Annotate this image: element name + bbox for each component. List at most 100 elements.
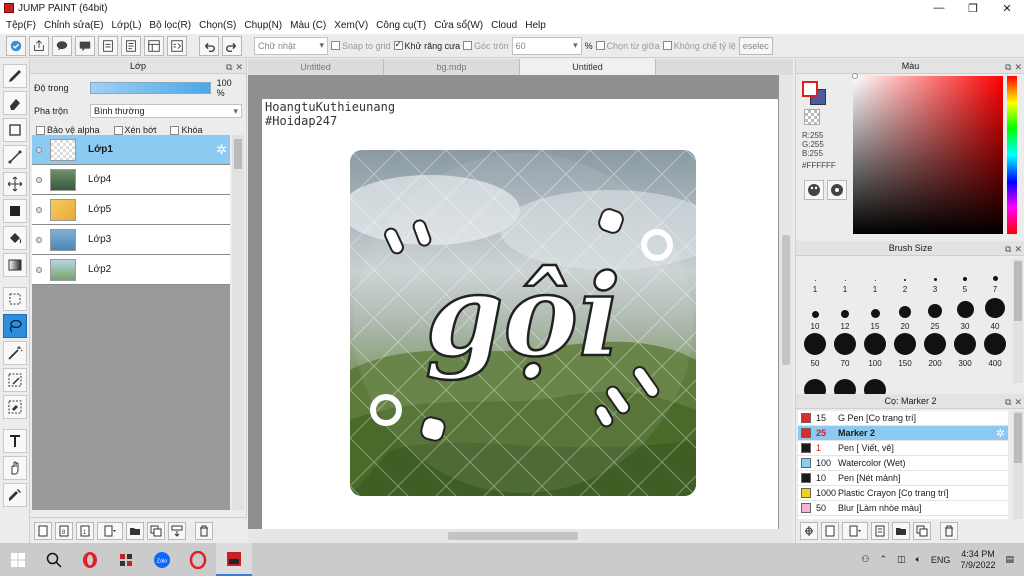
document-icon[interactable] bbox=[121, 35, 141, 56]
clipping-checkbox[interactable]: Xén bớt bbox=[113, 125, 156, 135]
visibility-icon[interactable] bbox=[36, 206, 42, 213]
menu-file[interactable]: Tệp(F) bbox=[2, 20, 40, 31]
pen-row[interactable]: 50 Blur [Làm nhòe màu] bbox=[798, 501, 1008, 516]
speech-bubble-icon[interactable] bbox=[52, 35, 72, 56]
menu-edit[interactable]: Chỉnh sửa(E) bbox=[40, 20, 108, 31]
brush-tool-icon[interactable] bbox=[2, 64, 27, 88]
brush-size-cell[interactable]: 1 bbox=[800, 259, 830, 296]
duplicate-layer-icon[interactable] bbox=[147, 521, 165, 540]
opera-browser-icon[interactable] bbox=[72, 543, 108, 576]
menu-capture[interactable]: Chụp(N) bbox=[240, 20, 286, 31]
notifications-icon[interactable]: ▤ bbox=[1005, 554, 1014, 565]
clock[interactable]: 4:34 PM 7/9/2022 bbox=[960, 549, 995, 571]
maximize-button[interactable]: ❐ bbox=[956, 0, 990, 16]
brush-size-cell[interactable]: 1 bbox=[830, 259, 860, 296]
pen-row[interactable]: 100 Watercolor (Wet) bbox=[798, 456, 1008, 471]
brush-size-cell[interactable]: 3 bbox=[920, 259, 950, 296]
delete-brush-icon[interactable] bbox=[940, 522, 958, 540]
canvas-vertical-scrollbar[interactable] bbox=[779, 75, 793, 543]
close-button[interactable]: ✕ bbox=[990, 0, 1024, 16]
blend-mode-select[interactable]: Bình thường bbox=[90, 104, 242, 118]
new-layer-icon[interactable] bbox=[34, 521, 52, 540]
rect-bubble-icon[interactable] bbox=[75, 35, 95, 56]
magic-wand-tool-icon[interactable] bbox=[2, 341, 27, 365]
palette-settings-icon[interactable] bbox=[827, 180, 847, 200]
visibility-icon[interactable] bbox=[36, 146, 42, 153]
gear-icon[interactable]: ✲ bbox=[216, 142, 227, 158]
tab-untitled-1[interactable]: Untitled bbox=[248, 59, 384, 75]
layer-row[interactable]: Lớp5 bbox=[32, 195, 230, 225]
menu-help[interactable]: Help bbox=[521, 20, 550, 31]
lock-checkbox[interactable]: Khóa bbox=[170, 125, 203, 135]
folder-icon[interactable] bbox=[126, 521, 144, 540]
gradient-tool-icon[interactable] bbox=[2, 253, 27, 277]
menu-cloud[interactable]: Cloud bbox=[487, 20, 521, 31]
brush-size-cell[interactable]: 15 bbox=[860, 296, 890, 333]
brush-size-cell[interactable]: 50 bbox=[800, 333, 830, 370]
pen-row[interactable]: 1000 Plastic Crayon [Cọ trang trí] bbox=[798, 486, 1008, 501]
add-brush-icon[interactable] bbox=[821, 522, 839, 540]
close-panel-icon[interactable]: ✕ bbox=[1014, 60, 1022, 75]
visibility-icon[interactable] bbox=[36, 236, 42, 243]
rect-select-tool-icon[interactable] bbox=[2, 287, 27, 311]
settings-panel-icon[interactable] bbox=[167, 35, 187, 56]
brush-size-cell[interactable]: 300 bbox=[950, 333, 980, 370]
brush-size-cell[interactable]: 25 bbox=[920, 296, 950, 333]
snap-to-grid-checkbox[interactable]: Snap to grid bbox=[331, 41, 391, 51]
close-panel-icon[interactable]: ✕ bbox=[1014, 242, 1022, 257]
network-icon[interactable]: ◫ bbox=[897, 554, 906, 565]
menu-filter[interactable]: Bộ lọc(R) bbox=[145, 20, 195, 31]
pen-row[interactable]: 1 Pen [ Viết, vẽ] bbox=[798, 441, 1008, 456]
menu-layer[interactable]: Lớp(L) bbox=[108, 20, 146, 31]
merge-layer-icon[interactable] bbox=[168, 521, 186, 540]
brush-folder-icon[interactable] bbox=[892, 522, 910, 540]
opacity-slider[interactable] bbox=[89, 82, 211, 94]
fill-rect-tool-icon[interactable] bbox=[2, 199, 27, 223]
close-panel-icon[interactable]: ✕ bbox=[1014, 395, 1022, 410]
brush-size-cell[interactable]: 100 bbox=[860, 333, 890, 370]
layer-row[interactable]: Lớp4 bbox=[32, 165, 230, 195]
drawing-canvas[interactable]: HoangtuKuthieunang #Hoidap247 gội bbox=[262, 99, 778, 529]
undock-icon[interactable]: ⧉ bbox=[1005, 242, 1011, 257]
pen-row[interactable]: 25 Marker 2 ✲ bbox=[798, 426, 1008, 441]
pen-row[interactable]: 15 G Pen [Cọ trang trí] bbox=[798, 411, 1008, 426]
delete-layer-icon[interactable] bbox=[195, 521, 213, 540]
rectangle-tool-icon[interactable] bbox=[2, 118, 27, 142]
close-panel-icon[interactable]: ✕ bbox=[235, 60, 243, 75]
menu-window[interactable]: Cửa sổ(W) bbox=[430, 20, 487, 31]
layer-row[interactable]: Lớp1 ✲ bbox=[32, 135, 230, 165]
menu-select[interactable]: Chọn(S) bbox=[195, 20, 240, 31]
move-tool-icon[interactable] bbox=[2, 172, 27, 196]
undock-icon[interactable]: ⧉ bbox=[226, 60, 232, 75]
tab-untitled-2[interactable]: Untitled bbox=[520, 59, 656, 75]
select-center-checkbox[interactable]: Chọn từ giữa bbox=[595, 41, 660, 51]
lock-ratio-checkbox[interactable]: Không chế tỷ lệ bbox=[662, 41, 736, 51]
protect-alpha-checkbox[interactable]: Bảo vệ alpha bbox=[36, 125, 100, 135]
jump-paint-icon[interactable] bbox=[216, 543, 252, 576]
palette-icon[interactable] bbox=[804, 180, 824, 200]
line-tool-icon[interactable] bbox=[2, 145, 27, 169]
add-brush-menu-icon[interactable] bbox=[842, 522, 868, 540]
menu-tools[interactable]: Công cụ(T) bbox=[372, 20, 430, 31]
brush-size-cell[interactable]: 30 bbox=[950, 296, 980, 333]
app-blocks-icon[interactable] bbox=[108, 543, 144, 576]
menu-view[interactable]: Xem(V) bbox=[330, 20, 372, 31]
brush-size-cell[interactable]: 150 bbox=[890, 333, 920, 370]
new-1bit-layer-icon[interactable]: 1 bbox=[76, 521, 94, 540]
minimize-button[interactable]: — bbox=[922, 0, 956, 16]
brush-size-cell[interactable]: 1 bbox=[860, 259, 890, 296]
language-indicator[interactable]: ENG bbox=[931, 555, 951, 565]
pen-row[interactable]: 10 Pen [Nét mảnh] bbox=[798, 471, 1008, 486]
bucket-tool-icon[interactable] bbox=[2, 226, 27, 250]
brush-settings-icon[interactable] bbox=[800, 522, 818, 540]
pen-scrollbar[interactable] bbox=[1013, 411, 1023, 519]
brush-size-cell[interactable]: 40 bbox=[980, 296, 1010, 333]
grid-panel-icon[interactable] bbox=[144, 35, 164, 56]
brush-size-cell[interactable]: 2 bbox=[890, 259, 920, 296]
transparent-color-swatch[interactable] bbox=[804, 109, 820, 125]
page-icon[interactable] bbox=[98, 35, 118, 56]
brush-size-cell[interactable]: 70 bbox=[830, 333, 860, 370]
layer-scrollbar[interactable] bbox=[232, 135, 244, 510]
text-tool-icon[interactable] bbox=[2, 429, 27, 453]
tab-bg-mdp[interactable]: bg.mdp bbox=[384, 59, 520, 75]
